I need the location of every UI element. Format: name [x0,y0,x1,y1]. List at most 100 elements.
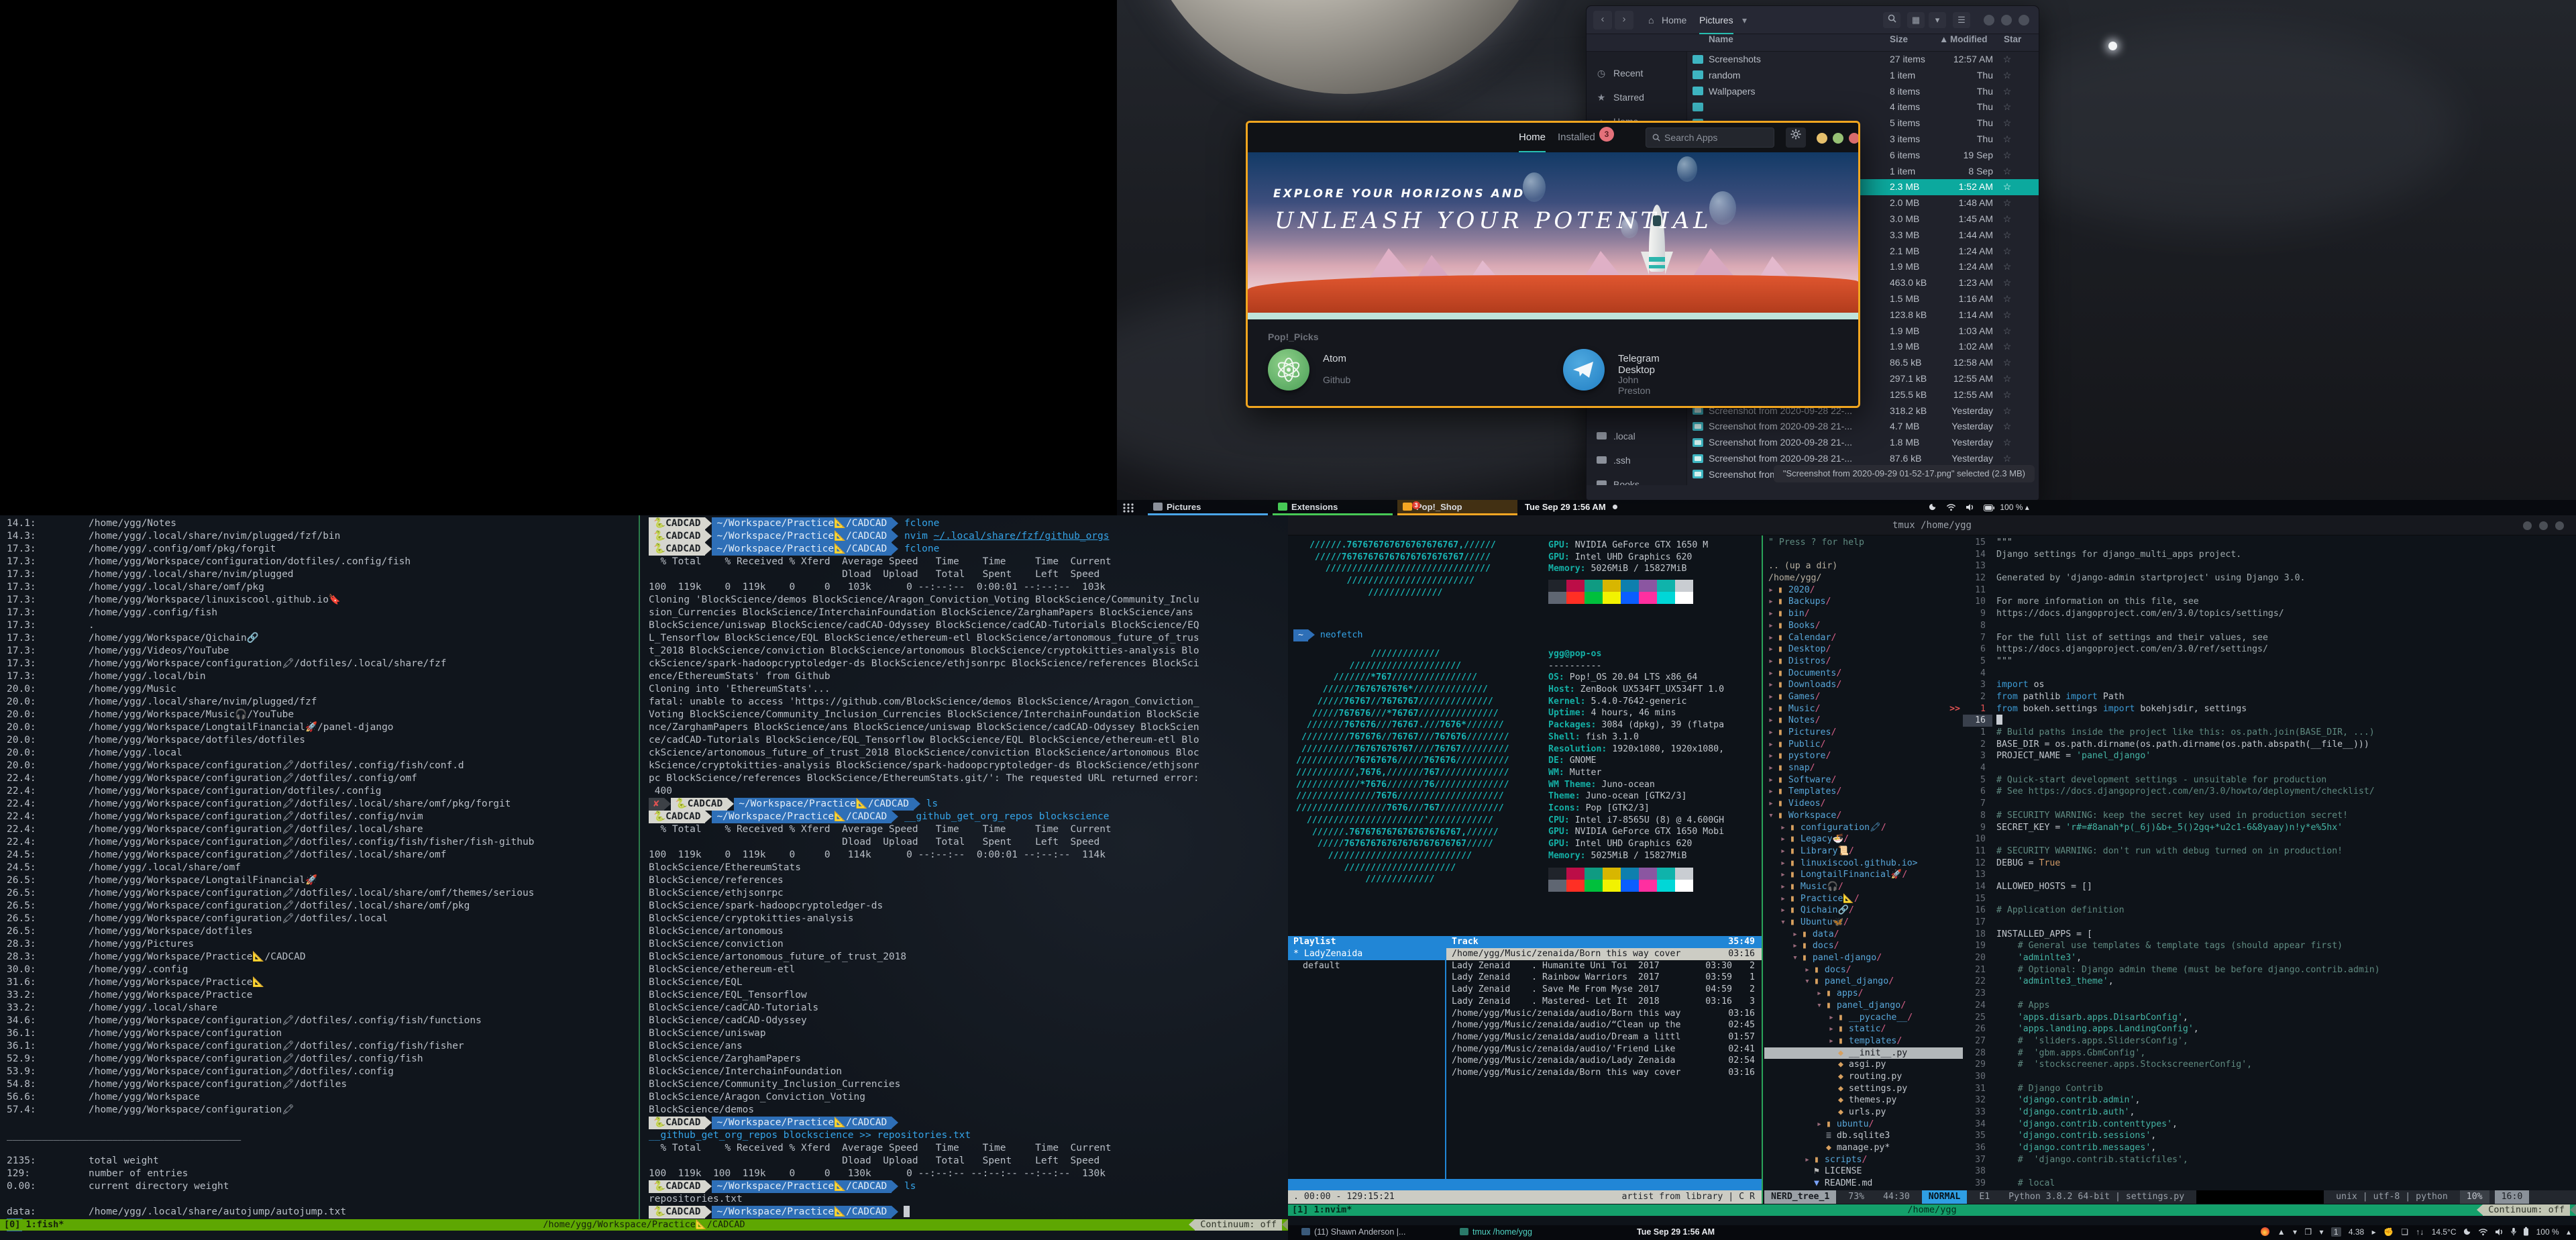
tree-row[interactable]: ▾▮ Ubuntu🦋/ [1764,917,1963,929]
back-button[interactable]: ‹ [1593,11,1612,30]
tree-row[interactable]: ▸▮ Public/ [1764,739,1963,751]
track-row[interactable]: Lady Zenaid . Rainbow Warriors 201703:59… [1446,972,1762,984]
window-button[interactable] [1984,15,1994,25]
file-row[interactable]: random1 itemThu☆ [1687,68,2039,84]
breadcrumb-home[interactable]: Home [1662,6,1686,34]
window-button[interactable] [2001,15,2012,25]
star-icon[interactable]: ☆ [1997,179,2017,195]
system-tray[interactable]: 100 % ▴ [1925,500,2029,515]
taskbar-clock[interactable]: Tue Sep 29 1:56 AM [1637,1225,1715,1239]
tree-row[interactable]: ▸▮ Legacy🍜/ [1764,833,1963,845]
tree-row[interactable]: ▸▮ Templates/ [1764,786,1963,798]
tree-row[interactable]: ◆ __init__.py [1764,1047,1963,1060]
tree-row[interactable]: ▸▮ Music/>> [1764,703,1963,715]
sidebar-item-ssh[interactable]: .ssh [1587,448,1687,472]
star-icon[interactable]: ☆ [1997,227,2017,244]
tree-row[interactable]: ▸▮ Documents/ [1764,668,1963,680]
taskbar-window-tmux[interactable]: tmux /home/ygg [1456,1225,1576,1240]
sidebar-item-local[interactable]: .local [1587,424,1687,448]
track-row[interactable]: /home/ygg/Music/zenaida/audio/Dream a li… [1446,1031,1762,1043]
night-light-icon[interactable] [2463,1227,2472,1236]
sidebar-item-starred[interactable]: ★Starred [1587,85,1687,109]
tab-installed[interactable]: Installed [1558,123,1595,152]
track-row[interactable]: /home/ygg/Music/zenaida/audio/“Clean up … [1446,1019,1762,1031]
battery-icon[interactable] [1984,505,1994,511]
star-icon[interactable]: ☆ [1997,435,2017,451]
star-icon[interactable]: ☆ [1997,355,2017,371]
tree-row[interactable]: ▸▮ scripts/ [1764,1154,1963,1166]
tab-home[interactable]: Home [1519,123,1546,152]
tree-row[interactable]: ◆ settings.py [1764,1083,1963,1095]
tmux-status-bar-left[interactable]: /home/ygg/Workspace/Practice📐/CADCAD [0]… [0,1219,1288,1231]
breadcrumb-pictures[interactable]: Pictures [1699,6,1733,34]
tree-row[interactable]: /home/ygg/ [1764,572,1963,584]
tree-row[interactable]: ▸▮ linuxiscool.github.io> [1764,858,1963,870]
tree-row[interactable]: ▸▮ docs/ [1764,964,1963,976]
file-row[interactable]: Wallpapers8 itemsThu☆ [1687,84,2039,100]
tree-row[interactable]: ▸▮ static/ [1764,1023,1963,1035]
track-row[interactable]: Lady Zenaid . Humanite Uni Toi 201703:30… [1446,960,1762,972]
star-icon[interactable]: ☆ [1997,307,2017,323]
tree-row[interactable]: " Press ? for help [1764,537,1963,549]
search-apps-input[interactable]: Search Apps [1646,127,1774,148]
track-row[interactable]: /home/ygg/Music/zenaida/audio/Born this … [1446,1008,1762,1020]
tree-row[interactable]: ▸▮ snap/ [1764,762,1963,774]
tree-row[interactable]: ▾▮ panel-django/ [1764,952,1963,964]
eject-icon[interactable]: ▲ [2277,1227,2286,1237]
tree-row[interactable]: ▸▮ Software/ [1764,774,1963,786]
tree-row[interactable]: ▸▮ __pycache__/ [1764,1012,1963,1024]
tree-row[interactable]: ▸▮ Books/ [1764,620,1963,632]
search-icon[interactable] [1883,12,1900,28]
grid-view-icon[interactable]: ▦ [1907,12,1925,28]
track-row[interactable]: /home/ygg/Music/zenaida/audio/'Friend Li… [1446,1043,1762,1055]
wifi-icon[interactable] [2478,1228,2488,1236]
tree-row[interactable]: ▸▮ docs/ [1764,940,1963,952]
tree-row[interactable]: ▸▮ Downloads/ [1764,679,1963,691]
window-button[interactable] [2019,15,2029,25]
window-button[interactable] [2523,521,2532,530]
star-icon[interactable]: ☆ [1997,195,2017,211]
tree-row[interactable]: ▾▮ panel_django/ [1764,1000,1963,1012]
popshop-banner[interactable]: EXPLORE YOUR HORIZONS AND UNLEASH YOUR P… [1248,152,1858,319]
tree-row[interactable]: ▸▮ bin/ [1764,608,1963,620]
night-light-icon[interactable] [1929,503,1937,511]
tree-row[interactable]: ▸▮ apps/ [1764,988,1963,1000]
volume-icon[interactable] [2495,1228,2504,1236]
system-tray[interactable]: ▲ ▾ ❐ ▾ 1 4.38 ▸ ✊ ❏ ↑↓ 14.5°C 100 % ▴ [2258,1225,2573,1240]
star-icon[interactable]: ☆ [1997,132,2017,148]
file-row[interactable]: Screenshot from 2020-09-28 21-...1.8 MBY… [1687,435,2039,451]
column-modified[interactable]: Modified [1950,34,1988,44]
window-button[interactable] [2539,521,2548,530]
file-row[interactable]: 4 itemsThu☆ [1687,99,2039,115]
tree-row[interactable]: ▸▮ Music🎧/ [1764,881,1963,893]
track-row[interactable]: Lady Zenaid . Mastered- Let It 201803:16… [1446,996,1762,1008]
star-icon[interactable]: ☆ [1997,371,2017,387]
star-icon[interactable]: ☆ [1997,84,2017,100]
tmux-pane-divider[interactable] [1762,535,1763,1204]
track-row[interactable]: /home/ygg/Music/zenaida/Born this way co… [1446,1067,1762,1079]
tree-row[interactable]: ▸▮ Videos/ [1764,798,1963,810]
tree-row[interactable]: ▸▮ 2020/ [1764,584,1963,597]
taskbar-window-messenger[interactable]: (11) Shawn Anderson |... [1297,1225,1445,1240]
tree-row[interactable]: ▸▮ Practice📐/ [1764,893,1963,905]
star-icon[interactable]: ☆ [1997,323,2017,340]
windows-icon[interactable]: ❏ [2401,1227,2408,1237]
taskbar-window-popshop[interactable]: 3Pop!_Shop [1397,500,1517,515]
taskbar-window-pictures[interactable]: Pictures [1148,500,1268,515]
tree-row[interactable]: ◆ themes.py [1764,1094,1963,1106]
battery-icon[interactable] [2523,1227,2529,1236]
microphone-icon[interactable] [2510,1227,2517,1236]
star-icon[interactable]: ☆ [1997,52,2017,68]
star-icon[interactable]: ☆ [1997,483,2017,485]
tree-row[interactable]: ▸▮ data/ [1764,929,1963,941]
star-icon[interactable]: ☆ [1997,259,2017,275]
tmux-pane-divider[interactable] [639,515,640,1219]
column-name[interactable]: Name [1709,34,1733,44]
star-icon[interactable]: ☆ [1997,68,2017,84]
star-icon[interactable]: ☆ [1997,244,2017,260]
hamburger-menu-icon[interactable]: ☰ [1953,12,1970,28]
star-icon[interactable]: ☆ [1997,99,2017,115]
volume-icon[interactable] [1966,503,1975,511]
tree-row[interactable]: .. (up a dir) [1764,560,1963,572]
playlist-item[interactable]: * LadyZenaida [1288,948,1445,960]
